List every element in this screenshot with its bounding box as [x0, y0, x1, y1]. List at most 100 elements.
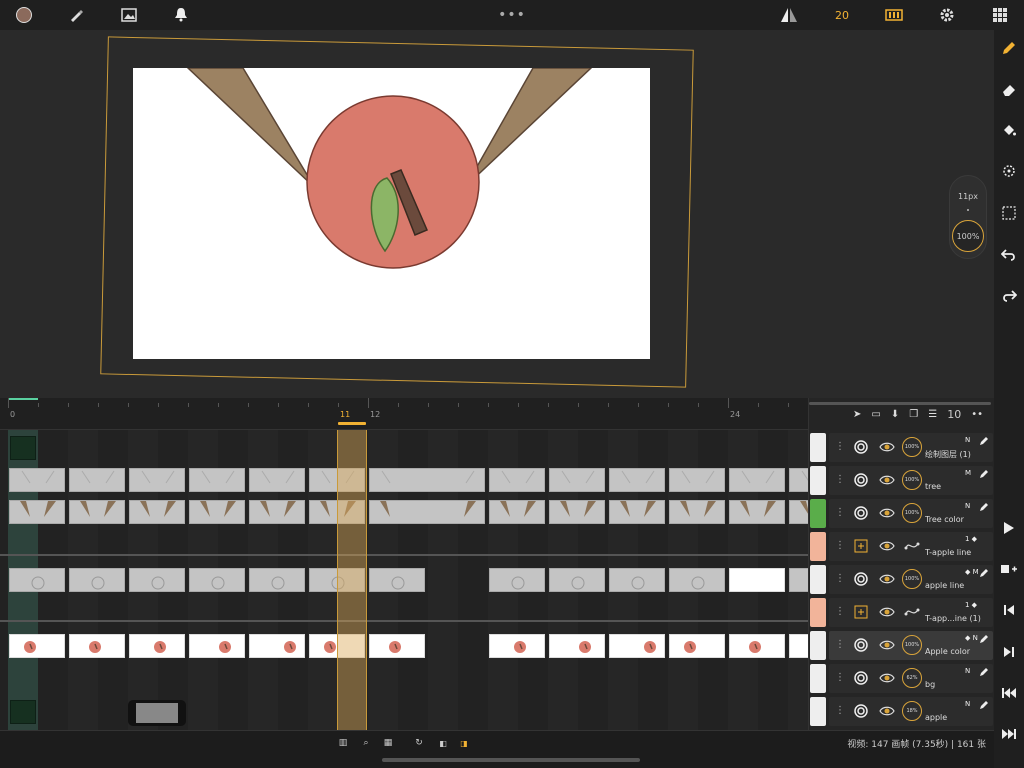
keyframe-marker[interactable] [10, 436, 36, 460]
layer-color-tag[interactable] [810, 697, 826, 726]
layer-blend-mode[interactable]: 1 ◆ [965, 535, 977, 543]
prev-key-button[interactable]: ◧ [435, 737, 451, 749]
frame-cell[interactable] [609, 468, 665, 492]
frame-cell[interactable] [129, 500, 185, 524]
layer-menu-icon[interactable]: ⋮ [835, 441, 845, 452]
layer-menu-icon[interactable]: ⋮ [835, 705, 845, 716]
frame-cell[interactable] [489, 568, 545, 592]
last-frame-button[interactable] [999, 724, 1019, 744]
layer-blend-mode[interactable]: N [965, 436, 970, 444]
layer-color-tag[interactable] [810, 433, 826, 462]
color-swatch-button[interactable] [14, 5, 34, 25]
edit-pen-icon[interactable] [979, 700, 989, 710]
onion-skin-icon[interactable] [853, 439, 869, 455]
keyframe-marker[interactable] [10, 700, 36, 724]
frame-cell[interactable] [9, 568, 65, 592]
frame-cell[interactable] [9, 500, 65, 524]
layer-menu-icon[interactable]: ⋮ [835, 573, 845, 584]
first-frame-button[interactable] [999, 683, 1019, 703]
fill-tool-button[interactable] [999, 120, 1019, 140]
frame-cell[interactable] [249, 568, 305, 592]
play-button[interactable] [999, 518, 1019, 538]
layer-color-tag[interactable] [810, 565, 826, 594]
gallery-button[interactable] [990, 5, 1010, 25]
layer-row[interactable]: ⋮ 18% apple N [809, 696, 995, 727]
layer-blend-mode[interactable]: ◆ N [965, 634, 978, 642]
edit-pen-icon[interactable] [979, 469, 989, 479]
frame-cell[interactable] [69, 568, 125, 592]
layer-row[interactable]: ⋮ T-apple line 1 ◆ [809, 531, 995, 562]
frame-cell[interactable] [729, 500, 785, 524]
frame-cell[interactable] [729, 634, 785, 658]
frame-cell[interactable] [69, 468, 125, 492]
edit-pen-icon[interactable] [979, 634, 989, 644]
frame-cell[interactable] [489, 500, 545, 524]
layer-opacity[interactable]: 100% [902, 503, 922, 523]
timeline[interactable]: 0 11 12 24 [0, 398, 808, 730]
frame-cell[interactable] [609, 500, 665, 524]
layer-blend-mode[interactable]: N [965, 667, 970, 675]
layer-menu-icon[interactable]: ⋮ [835, 606, 845, 617]
layer-color-tag[interactable] [810, 598, 826, 627]
artboard[interactable] [133, 68, 650, 359]
frame-cell[interactable] [9, 634, 65, 658]
add-frame-button[interactable] [999, 559, 1019, 579]
layer-color-tag[interactable] [810, 466, 826, 495]
frame-cell[interactable] [729, 568, 785, 592]
edit-pen-icon[interactable] [979, 436, 989, 446]
layer-body[interactable]: ⋮ T-apple line 1 ◆ [829, 532, 993, 561]
layer-blend-mode[interactable]: ◆ M [965, 568, 979, 576]
frame-cell[interactable] [189, 500, 245, 524]
frame-ruler-button[interactable]: ▥ [335, 737, 351, 749]
eye-icon[interactable] [879, 573, 895, 585]
frame-cell[interactable] [69, 500, 125, 524]
frame-cell[interactable] [69, 634, 125, 658]
frame-cell[interactable] [369, 468, 485, 492]
lasso-tool-button[interactable] [999, 162, 1019, 182]
onion-range-bar[interactable] [8, 398, 38, 400]
frame-cell[interactable] [9, 468, 65, 492]
layer-body[interactable]: ⋮ 100% tree M [829, 466, 993, 495]
frame-cell[interactable] [789, 468, 808, 492]
compact-frames-button[interactable]: ▦ [380, 737, 396, 749]
frame-cell[interactable] [189, 468, 245, 492]
loop-button[interactable]: ↻ [412, 737, 426, 749]
canvas-stage[interactable]: 11px 100% [0, 30, 994, 398]
settings-button[interactable] [937, 5, 957, 25]
zoom-frames-button[interactable]: ⌕ [358, 737, 374, 749]
selection-tool-button[interactable] [999, 203, 1019, 223]
layer-row[interactable]: ⋮ 100% tree M [809, 465, 995, 496]
frame-cell[interactable] [369, 500, 485, 524]
transform-icon[interactable] [853, 604, 869, 620]
frame-cell[interactable] [489, 468, 545, 492]
range-handle[interactable] [128, 700, 186, 726]
edit-pen-icon[interactable] [979, 568, 989, 578]
timeline-button[interactable] [884, 5, 904, 25]
eye-icon[interactable] [879, 540, 895, 552]
brush-settings-widget[interactable]: 11px 100% [949, 175, 987, 259]
frame-cell[interactable] [249, 468, 305, 492]
frame-cell[interactable] [129, 634, 185, 658]
previous-frame-button[interactable] [999, 600, 1019, 620]
eye-icon[interactable] [879, 672, 895, 684]
frame-cell[interactable] [669, 500, 725, 524]
flip-button[interactable] [779, 5, 799, 25]
layer-body[interactable]: ⋮ 18% apple N [829, 697, 993, 726]
frame-cell[interactable] [609, 568, 665, 592]
eye-icon[interactable] [879, 474, 895, 486]
onion-skin-icon[interactable] [853, 670, 869, 686]
layer-stack-icon[interactable]: ☰ [928, 409, 937, 420]
transform-icon[interactable] [853, 538, 869, 554]
layer-color-tag[interactable] [810, 631, 826, 660]
eraser-tool-button[interactable] [999, 80, 1019, 100]
layer-opacity[interactable]: 100% [902, 437, 922, 457]
frame-cell[interactable] [189, 634, 245, 658]
layer-row[interactable]: ⋮ T-app...ine (1) 1 ◆ [809, 597, 995, 628]
fps-button[interactable]: 20 [830, 5, 854, 25]
layer-blend-mode[interactable]: 1 ◆ [965, 601, 977, 609]
frame-cell[interactable] [669, 468, 725, 492]
layer-body[interactable]: ⋮ T-app...ine (1) 1 ◆ [829, 598, 993, 627]
brush-opacity-value[interactable]: 100% [952, 220, 984, 252]
onion-skin-icon[interactable] [853, 571, 869, 587]
home-indicator[interactable] [382, 758, 640, 762]
